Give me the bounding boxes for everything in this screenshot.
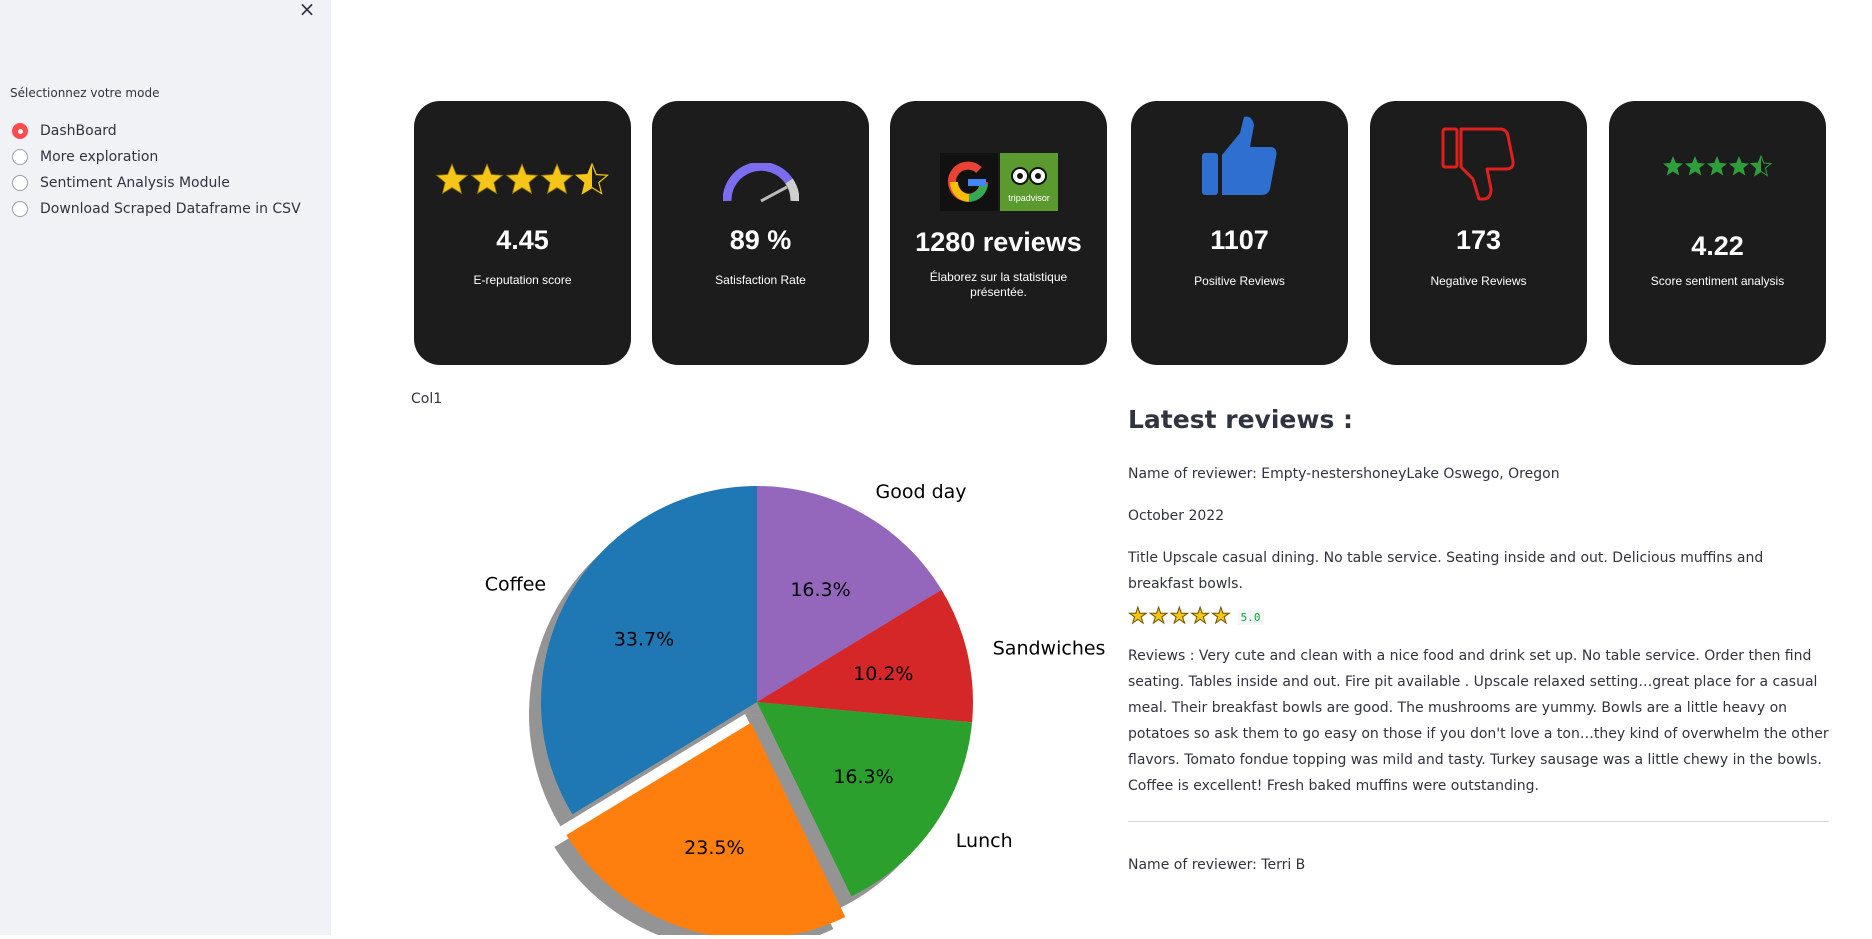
radio-option-sentiment-analysis[interactable]: Sentiment Analysis Module [12, 170, 301, 196]
star-icon: ★ [1169, 604, 1190, 629]
radio-option-label: More exploration [40, 149, 159, 165]
satisfaction-label: Satisfaction Rate [715, 273, 806, 287]
positive-reviews-label: Positive Reviews [1194, 274, 1285, 288]
col1-label: Col1 [411, 391, 443, 407]
satisfaction-value: 89 % [729, 225, 792, 255]
close-sidebar-button[interactable]: × [296, 0, 318, 20]
e-reputation-label: E-reputation score [473, 273, 572, 287]
sidebar: × Sélectionnez votre mode DashBoard More… [0, 0, 331, 935]
latest-reviews-heading: Latest reviews : [1128, 405, 1354, 434]
five-stars-icon [414, 163, 631, 197]
radio-option-label: Sentiment Analysis Module [40, 175, 230, 191]
pie-category-label: Lunch [956, 830, 1013, 852]
radio-option-download-csv[interactable]: Download Scraped Dataframe in CSV [12, 196, 301, 222]
pie-percent-label: 23.5% [684, 837, 744, 859]
pie-category-label: Coffee [485, 573, 546, 595]
pie-category-label: Good day [876, 481, 967, 503]
pie-percent-label: 16.3% [833, 766, 893, 788]
google-tripadvisor-icon: tripadvisor [890, 153, 1107, 211]
radio-option-label: DashBoard [40, 123, 117, 139]
pie-percent-label: 16.3% [790, 579, 850, 601]
radio-unselected-icon[interactable] [12, 201, 28, 217]
kpi-card-sentiment: 4.22 Score sentiment analysis [1609, 101, 1826, 365]
kpi-card-positive: 1107 Positive Reviews [1131, 101, 1348, 365]
green-stars-icon [1609, 155, 1826, 179]
radio-unselected-icon[interactable] [12, 149, 28, 165]
e-reputation-value: 4.45 [496, 225, 549, 255]
latest-reviews-section: Latest reviews : Name of reviewer: Empty… [1128, 405, 1829, 878]
radio-option-label: Download Scraped Dataframe in CSV [40, 201, 301, 217]
pie-percent-label: 10.2% [853, 663, 913, 685]
radio-selected-icon[interactable] [12, 123, 28, 139]
kpi-card-e-reputation: 4.45 E-reputation score [414, 101, 631, 365]
kpi-card-satisfaction: 89 % Satisfaction Rate [652, 101, 869, 365]
kpi-card-reviews-count: tripadvisor 1280 reviews Élaborez sur la… [890, 101, 1107, 365]
pie-category-label: Sandwiches [993, 638, 1106, 660]
negative-reviews-value: 173 [1455, 225, 1502, 255]
kpi-card-negative: 173 Negative Reviews [1370, 101, 1587, 365]
star-icon: ★ [1128, 604, 1149, 629]
reviewer-name: Name of reviewer: Empty-nestershoneyLake… [1128, 466, 1560, 482]
review-rating: ★ ★ ★ ★ ★ 5.0 [1128, 603, 1829, 631]
negative-reviews-label: Negative Reviews [1430, 274, 1527, 288]
reviews-count-value: 1280 reviews [915, 227, 1082, 257]
sentiment-score-value: 4.22 [1691, 231, 1744, 261]
star-icon: ★ [1148, 604, 1169, 629]
radio-option-more-exploration[interactable]: More exploration [12, 144, 301, 170]
tripadvisor-logo-text: tripadvisor [1008, 193, 1050, 203]
mode-radio-group: DashBoard More exploration Sentiment Ana… [12, 118, 301, 222]
radio-option-dashboard[interactable]: DashBoard [12, 118, 301, 144]
review-body: Reviews : Very cute and clean with a nic… [1128, 648, 1829, 794]
reviewer-name: Name of reviewer: Terri B [1128, 857, 1306, 873]
review-date: October 2022 [1128, 508, 1225, 524]
gauge-icon [652, 163, 869, 203]
pie-chart: 16.3% Good day 10.2% Sandwiches 16.3% Lunch 23… [440, 440, 1120, 939]
rating-score: 5.0 [1237, 609, 1264, 625]
sentiment-score-label: Score sentiment analysis [1650, 274, 1785, 288]
positive-reviews-value: 1107 [1210, 225, 1269, 255]
star-icon: ★ [1190, 604, 1211, 629]
reviews-count-label: Élaborez sur la statistique présentée. [929, 270, 1068, 299]
pie-percent-label: 33.7% [614, 628, 674, 650]
review-title: Title Upscale casual dining. No table se… [1128, 550, 1764, 592]
mode-label: Sélectionnez votre mode [10, 86, 160, 100]
thumbs-down-icon [1370, 127, 1587, 203]
radio-unselected-icon[interactable] [12, 175, 28, 191]
thumbs-up-icon [1131, 115, 1348, 197]
star-icon: ★ [1210, 604, 1231, 629]
